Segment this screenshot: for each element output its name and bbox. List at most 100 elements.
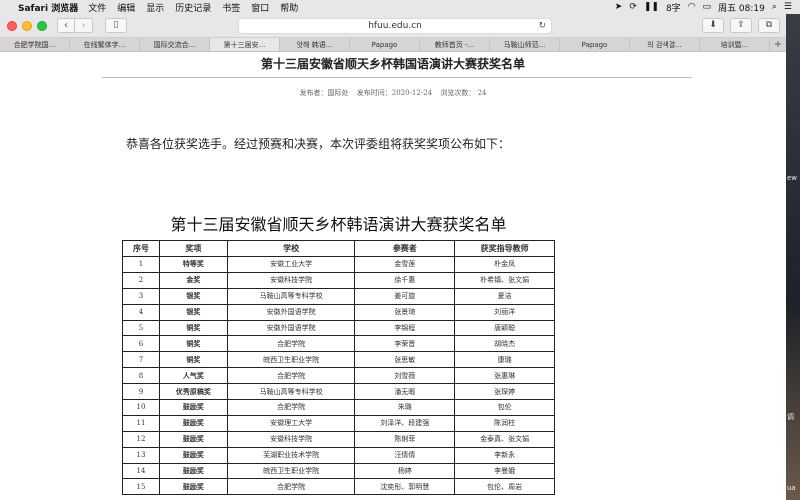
table-row: 13 鼓励奖 芜湖职业技术学院 汪倩倩 李新永 [122, 446, 555, 464]
table-row: 2 金奖 安徽科技学院 徐千惠 朴希镇、张文娟 [122, 271, 555, 289]
menu-edit[interactable]: 编辑 [117, 1, 135, 14]
control-center-icon[interactable]: ☰ [784, 2, 792, 12]
cell-contestant: 张思敏 [354, 351, 456, 369]
cell-teacher: 朴金凤 [454, 256, 555, 273]
table-row: 7 铜奖 皖西卫生职业学院 张思敏 康璐 [122, 351, 555, 369]
table-row: 5 铜奖 安徽外国语学院 李锦程 唐颖聪 [122, 319, 555, 337]
menu-history[interactable]: 历史记录 [175, 1, 211, 14]
menu-view[interactable]: 显示 [146, 1, 164, 14]
close-window-button[interactable] [7, 20, 17, 31]
table-row: 1 特等奖 安徽工业大学 金雪莲 朴金凤 [122, 256, 555, 273]
downloads-icon[interactable]: ⬇ [702, 18, 724, 33]
cell-no: 6 [122, 335, 160, 353]
table-row: 11 鼓励奖 安徽理工大学 刘泽洋、段建强 陈润柱 [122, 414, 555, 432]
cell-no: 3 [122, 287, 160, 305]
tab-4[interactable]: 앗해 韩语... [280, 38, 350, 51]
tab-10[interactable]: 培训暨... [700, 38, 770, 51]
cell-no: 12 [122, 430, 160, 448]
menu-help[interactable]: 帮助 [280, 1, 298, 14]
input-method-indicator[interactable]: 8字 [666, 1, 681, 14]
tab-overview-icon[interactable]: ⧉ [758, 18, 780, 33]
meta-publisher: 发布者：国际处 [299, 89, 349, 97]
menu-file[interactable]: 文件 [88, 1, 106, 14]
cell-no: 1 [122, 256, 160, 273]
cell-contestant: 金雪莲 [354, 256, 456, 273]
maximize-window-button[interactable] [37, 20, 47, 31]
minimize-window-button[interactable] [22, 20, 32, 31]
cell-no: 14 [122, 462, 160, 480]
header-contestant: 参赛者 [354, 240, 456, 257]
cell-school: 安徽科技学院 [226, 271, 356, 289]
cell-no: 4 [122, 303, 160, 321]
cell-no: 8 [122, 367, 160, 385]
cell-award: 优秀原稿奖 [158, 383, 228, 401]
tab-3-active[interactable]: 第十三届安... [210, 38, 280, 51]
forward-button[interactable]: › [75, 18, 93, 33]
sidebar-toggle-button[interactable]: ▯ [105, 18, 127, 33]
reload-icon[interactable]: ↻ [538, 19, 546, 33]
cell-teacher: 朴希镇、张文娟 [454, 271, 555, 289]
cell-no: 13 [122, 446, 160, 464]
cell-school: 安徽科技学院 [226, 430, 356, 448]
tab-1[interactable]: 在线繁体字... [70, 38, 140, 51]
clock[interactable]: 周五 08:19 [718, 1, 765, 14]
cell-contestant: 沈奕彤、郭明慧 [354, 478, 456, 496]
cell-teacher: 胡晓杰 [454, 335, 555, 353]
cell-no: 7 [122, 351, 160, 369]
location-icon[interactable]: ➤ [615, 2, 623, 12]
cell-school: 马鞍山高等专科学校 [226, 287, 356, 305]
menu-window[interactable]: 窗口 [251, 1, 269, 14]
pause-icon[interactable]: ❚❚ [644, 2, 659, 12]
award-table-image: 第十三届安徽省顺天乡杯韩语演讲大赛获奖名单 序号 奖项 学校 参赛者 获奖指导教… [122, 210, 555, 496]
cell-award: 鼓励奖 [158, 462, 228, 480]
award-table: 序号 奖项 学校 参赛者 获奖指导教师 1 特等奖 安徽工业大学 金雪莲 朴金凤 2 金奖… [122, 240, 555, 496]
cell-school: 合肥学院 [226, 399, 356, 416]
title-divider [102, 77, 692, 78]
cell-no: 5 [122, 319, 160, 337]
meta-views: 浏览次数： 24 [440, 89, 487, 97]
cell-contestant: 刘雪薇 [354, 367, 456, 385]
wifi-icon[interactable]: ◠ [688, 2, 696, 12]
cell-teacher: 康璐 [454, 351, 555, 369]
cell-contestant: 汪倩倩 [354, 446, 456, 464]
cell-teacher: 金泰真、张文娟 [454, 430, 555, 448]
cell-award: 鼓励奖 [158, 430, 228, 448]
cell-school: 安徽理工大学 [226, 414, 356, 432]
cell-teacher: 包伦 [454, 399, 555, 416]
search-icon[interactable]: ⌕ [772, 2, 777, 12]
tab-7[interactable]: 马鞍山师范... [490, 38, 560, 51]
toolbar-right-buttons: ⬇ ⇪ ⧉ [702, 18, 780, 33]
menu-bookmarks[interactable]: 书签 [222, 1, 240, 14]
desktop-background: ew 调 ua [786, 14, 800, 500]
sync-icon[interactable]: ⟳ [629, 2, 637, 12]
table-row: 10 鼓励奖 合肥学院 朱璐 包伦 [122, 399, 555, 416]
cell-award: 铜奖 [158, 319, 228, 337]
back-button[interactable]: ‹ [57, 18, 75, 33]
tab-5[interactable]: Papago [350, 38, 420, 51]
desktop-label: ua [787, 484, 796, 492]
battery-icon[interactable]: ▭ [703, 2, 712, 12]
table-row: 6 铜奖 合肥学院 李荣晋 胡晓杰 [122, 335, 555, 353]
tab-6[interactable]: 教师首页 -... [420, 38, 490, 51]
cell-school: 安徽外国语学院 [226, 319, 356, 337]
cell-contestant: 李荣晋 [354, 335, 456, 353]
cell-no: 10 [122, 399, 160, 416]
tab-0[interactable]: 合肥学院国... [0, 38, 70, 51]
article-intro: 恭喜各位获奖选手。经过预赛和决赛，本次评委组将获奖奖项公布如下： [126, 137, 511, 151]
share-icon[interactable]: ⇪ [730, 18, 752, 33]
cell-contestant: 杨婷 [354, 462, 456, 480]
tab-2[interactable]: 国际交流合... [140, 38, 210, 51]
cell-teacher: 张琛婷 [454, 383, 555, 401]
cell-school: 皖西卫生职业学院 [226, 462, 356, 480]
menu-app-name[interactable]: Safari 浏览器 [18, 1, 78, 14]
status-area: ➤ ⟳ ❚❚ 8字 ◠ ▭ 周五 08:19 ⌕ ☰ [615, 1, 800, 14]
cell-school: 安徽工业大学 [226, 256, 356, 273]
cell-award: 银奖 [158, 287, 228, 305]
table-row: 4 银奖 安徽外国语学院 张景琦 刘丽洋 [122, 303, 555, 321]
tab-9[interactable]: 의 검색결... [630, 38, 700, 51]
tab-8[interactable]: Papago [560, 38, 630, 51]
address-bar[interactable]: hfuu.edu.cn ↻ [238, 18, 552, 34]
new-tab-button[interactable]: + [770, 38, 786, 51]
safari-window: ‹ › ▯ hfuu.edu.cn ↻ ⬇ ⇪ ⧉ 合肥学院国... 在线繁体字… [0, 14, 786, 500]
cell-contestant: 李锦程 [354, 319, 456, 337]
